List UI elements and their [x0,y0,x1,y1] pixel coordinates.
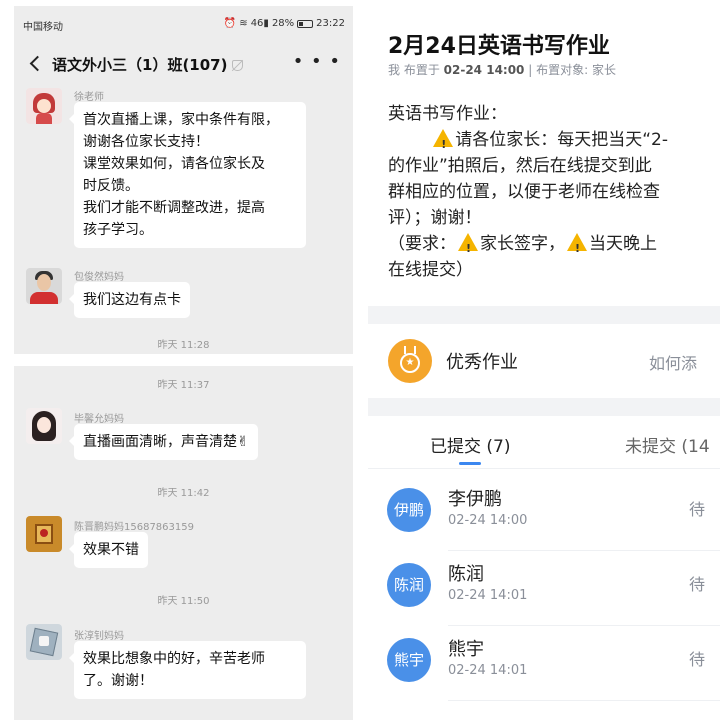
message-bubble[interactable]: 我们这边有点卡 [69,282,190,318]
signal-icon: 46▮ [250,18,269,29]
section-gap [368,306,720,324]
submission-row[interactable]: 伊鹏 李伊鹏 02-24 14:00 待 [368,476,720,551]
timestamp: 昨天 11:50 [157,596,210,607]
avatar: 陈润 [387,563,431,607]
excellent-work-section[interactable]: ★ 优秀作业 如何添 [368,324,720,398]
wifi-icon: ≋ [239,18,248,29]
status-right: ⏰ ≋ 46▮ 28% 23:22 [224,18,345,29]
warning-icon [458,233,478,262]
alarm-icon: ⏰ [223,18,237,29]
homework-meta: 我 布置于 02-24 14:00 | 布置对象: 家长 [388,61,616,78]
homework-detail: 2月24日英语书写作业 我 布置于 02-24 14:00 | 布置对象: 家长… [368,6,720,306]
message-line: 效果比想象中的好，辛苦老师 [83,651,265,667]
tab-pending[interactable]: 未提交 (14 [625,432,710,457]
message-text: 效果不错 [83,542,139,558]
avatar[interactable] [26,624,62,660]
divider [448,700,720,701]
submit-time: 02-24 14:01 [448,663,528,678]
message-bubble[interactable]: 首次直播上课，家中条件有限， 谢谢各位家长支持！ 课堂效果如何，请各位家长及 时… [69,102,306,248]
meta-prefix: 我 布置于 [388,63,440,77]
message-line: 首次直播上课，家中条件有限， [83,112,279,128]
timestamp: 昨天 11:28 [157,340,210,351]
avatar[interactable] [26,516,62,552]
chat-screenshot-top: 中国移动 ⏰ ≋ 46▮ 28% 23:22 语文外小三（1）班(107) • … [14,6,353,354]
more-icon[interactable]: • • • [293,53,341,71]
avatar[interactable] [26,408,62,444]
tab-submitted[interactable]: 已提交 (7) [430,432,510,457]
homework-body: 英语书写作业： 请各位家长：每天把当天“2-的作业”拍照后，然后在线提交到此群相… [388,101,720,283]
message-bubble[interactable]: 效果不错 [69,532,148,568]
active-tab-indicator [459,462,481,465]
body-line: （要求：家长签字，当天晚上 [388,231,720,262]
section-gap [368,398,720,416]
student-name: 陈润 [448,564,484,585]
body-line: 英语书写作业： [388,104,507,124]
body-line: 评）；谢谢！ [388,208,482,228]
message-bubble[interactable]: 直播画面清晰，声音清楚✌ [69,424,258,460]
message-text: 直播画面清晰，声音清楚✌ [83,434,249,450]
battery-percent: 28% [271,18,295,29]
chat-title: 语文外小三（1）班(107) [52,56,228,74]
submit-time: 02-24 14:00 [448,513,528,528]
sender-name: 包俊然妈妈 [74,272,124,283]
body-line: 的作业”拍照后，然后在线提交到此 [388,156,652,176]
message-line: 我们才能不断调整改进，提高 [83,200,265,216]
carrier-label: 中国移动 [23,22,63,33]
message-bubble[interactable]: 效果比想象中的好，辛苦老师 了。谢谢！ [69,641,306,699]
avatar[interactable] [26,268,62,304]
meta-target: 布置对象: 家长 [536,63,616,77]
page-title: 2月24日英语书写作业 [388,34,610,59]
student-name: 李伊鹏 [448,489,502,510]
meta-separator: | [528,63,533,77]
sender-name: 毕馨允妈妈 [74,414,124,425]
battery-icon [297,19,314,28]
message-line: 孩子学习。 [83,222,153,238]
meta-date: 02-24 14:00 [443,63,525,77]
excellent-work-label: 优秀作业 [446,352,518,373]
body-line: 请各位家长：每天把当天“2- [388,127,720,158]
submission-row[interactable]: 熊宇 熊宇 02-24 14:01 待 [368,626,720,701]
divider [368,468,720,469]
message-line: 谢谢各位家长支持！ [83,134,209,150]
how-to-add-link[interactable]: 如何添 [649,350,697,374]
body-line: 群相应的位置，以便于老师在线检查 [388,182,660,202]
body-line: 在线提交） [388,260,473,280]
timestamp: 昨天 11:42 [157,488,210,499]
warning-icon [567,233,587,262]
review-status: 待 [689,500,706,519]
chat-header: 语文外小三（1）班(107) • • • [14,44,353,84]
back-icon[interactable] [26,51,46,75]
timestamp: 昨天 11:37 [157,380,210,391]
avatar: 伊鹏 [387,488,431,532]
review-status: 待 [689,575,706,594]
clock: 23:22 [316,18,345,29]
submit-time: 02-24 14:01 [448,588,528,603]
mute-icon [232,60,243,71]
submission-row[interactable]: 陈润 陈润 02-24 14:01 待 [368,551,720,626]
student-name: 熊宇 [448,639,484,660]
message-line: 时反馈。 [83,178,139,194]
submissions-panel: 已提交 (7) 未提交 (14 伊鹏 李伊鹏 02-24 14:00 待 陈润 … [368,416,720,720]
medal-icon: ★ [388,339,432,383]
avatar[interactable] [26,88,62,124]
message-text: 我们这边有点卡 [83,292,181,308]
review-status: 待 [689,650,706,669]
message-line: 课堂效果如何，请各位家长及 [83,156,265,172]
warning-icon [433,129,454,158]
sender-name: 徐老师 [74,92,104,103]
chat-screenshot-bottom: 昨天 11:37 毕馨允妈妈 直播画面清晰，声音清楚✌ 昨天 11:42 陈晋鹏… [14,366,353,720]
message-line: 了。谢谢！ [83,673,153,689]
sender-name: 张淳钊妈妈 [74,631,124,642]
avatar: 熊宇 [387,638,431,682]
status-bar: 中国移动 ⏰ ≋ 46▮ 28% 23:22 [14,6,353,42]
sender-name: 陈晋鹏妈妈15687863159 [74,522,194,533]
